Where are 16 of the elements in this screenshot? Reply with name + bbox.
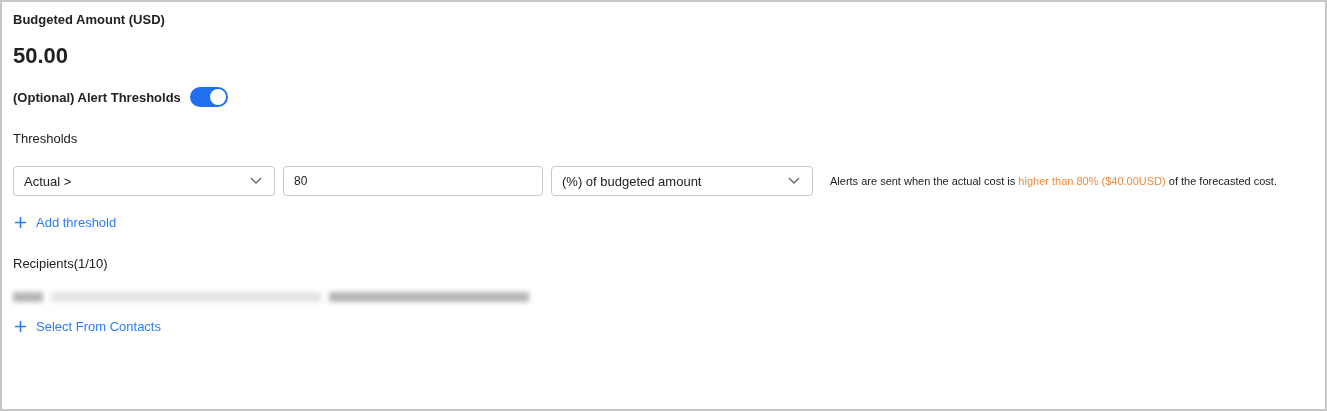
select-contacts-link[interactable]: Select From Contacts (13, 319, 161, 334)
threshold-unit-dropdown[interactable]: (%) of budgeted amount (551, 166, 813, 196)
thresholds-label: Thresholds (13, 131, 79, 146)
toggle-switch[interactable] (189, 87, 228, 107)
chevron-down-icon (250, 177, 262, 185)
budget-label: Budgeted Amount (USD) (13, 12, 166, 27)
recipients-label: Recipients(1/10) (13, 256, 109, 271)
alert-thresholds-label: (Optional) Alert Thresholds (13, 89, 181, 105)
chevron-down-icon (788, 177, 800, 185)
plus-icon (15, 217, 26, 228)
threshold-value-field[interactable]: 80 (283, 166, 543, 196)
budget-amount: 50.00 (13, 43, 70, 69)
add-threshold-link[interactable]: Add threshold (13, 215, 117, 230)
alert-description: Alerts are sent when the actual cost is higher than 80% ($40.00USD) of the forecasted cost. (830, 175, 1277, 187)
plus-icon (15, 321, 26, 332)
threshold-type-dropdown[interactable]: Actual > (13, 166, 275, 196)
